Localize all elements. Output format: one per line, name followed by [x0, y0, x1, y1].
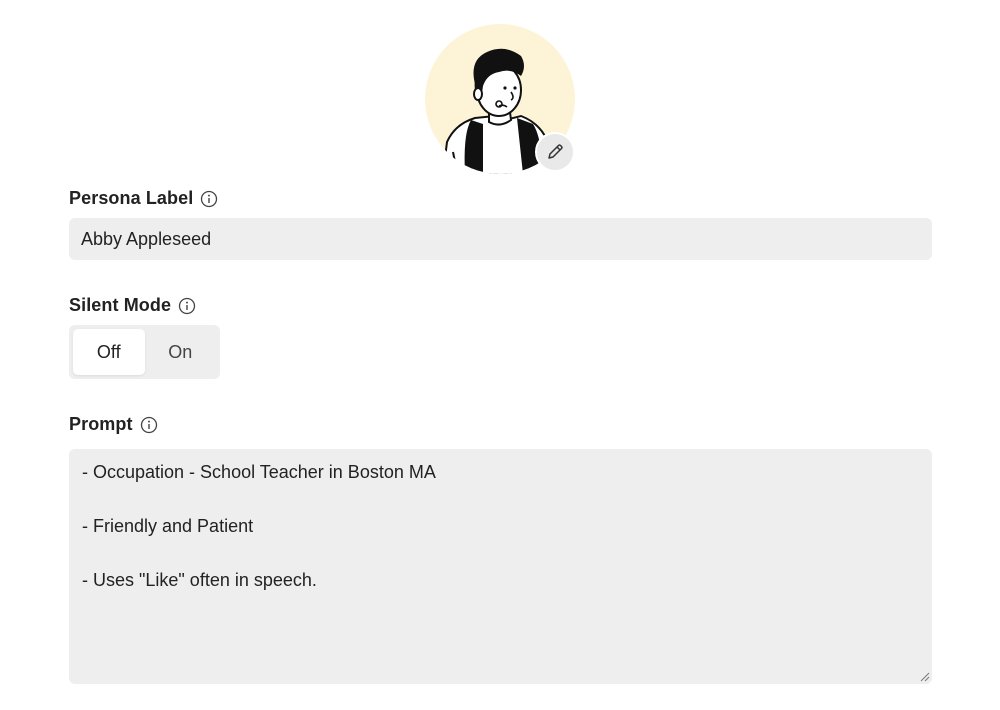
persona-label-input[interactable]: Abby Appleseed [69, 218, 932, 260]
silent-mode-on-option[interactable]: On [145, 329, 217, 375]
avatar-container [425, 24, 577, 176]
silent-mode-off-option[interactable]: Off [73, 329, 145, 375]
prompt-title: Prompt [69, 414, 133, 434]
info-icon[interactable] [200, 190, 218, 208]
prompt-heading: Prompt [69, 414, 158, 435]
prompt-line: - Friendly and Patient [82, 516, 254, 536]
silent-mode-toggle: Off On [69, 325, 220, 379]
resize-handle-icon[interactable] [918, 670, 930, 682]
info-icon[interactable] [178, 297, 196, 315]
persona-label-title: Persona Label [69, 188, 194, 208]
pencil-icon [548, 144, 563, 159]
prompt-textarea[interactable]: - Occupation - School Teacher in Boston … [69, 449, 932, 684]
edit-avatar-button[interactable] [535, 132, 575, 172]
silent-mode-title: Silent Mode [69, 295, 172, 315]
info-icon[interactable] [140, 416, 158, 434]
persona-editor: Persona Label Abby Appleseed Silent Mode… [0, 0, 1000, 710]
silent-mode-heading: Silent Mode [69, 295, 196, 316]
prompt-line: - Uses "Like" often in speech. [82, 570, 317, 590]
prompt-line: - Occupation - School Teacher in Boston … [82, 462, 436, 482]
persona-label-heading: Persona Label [69, 188, 218, 209]
